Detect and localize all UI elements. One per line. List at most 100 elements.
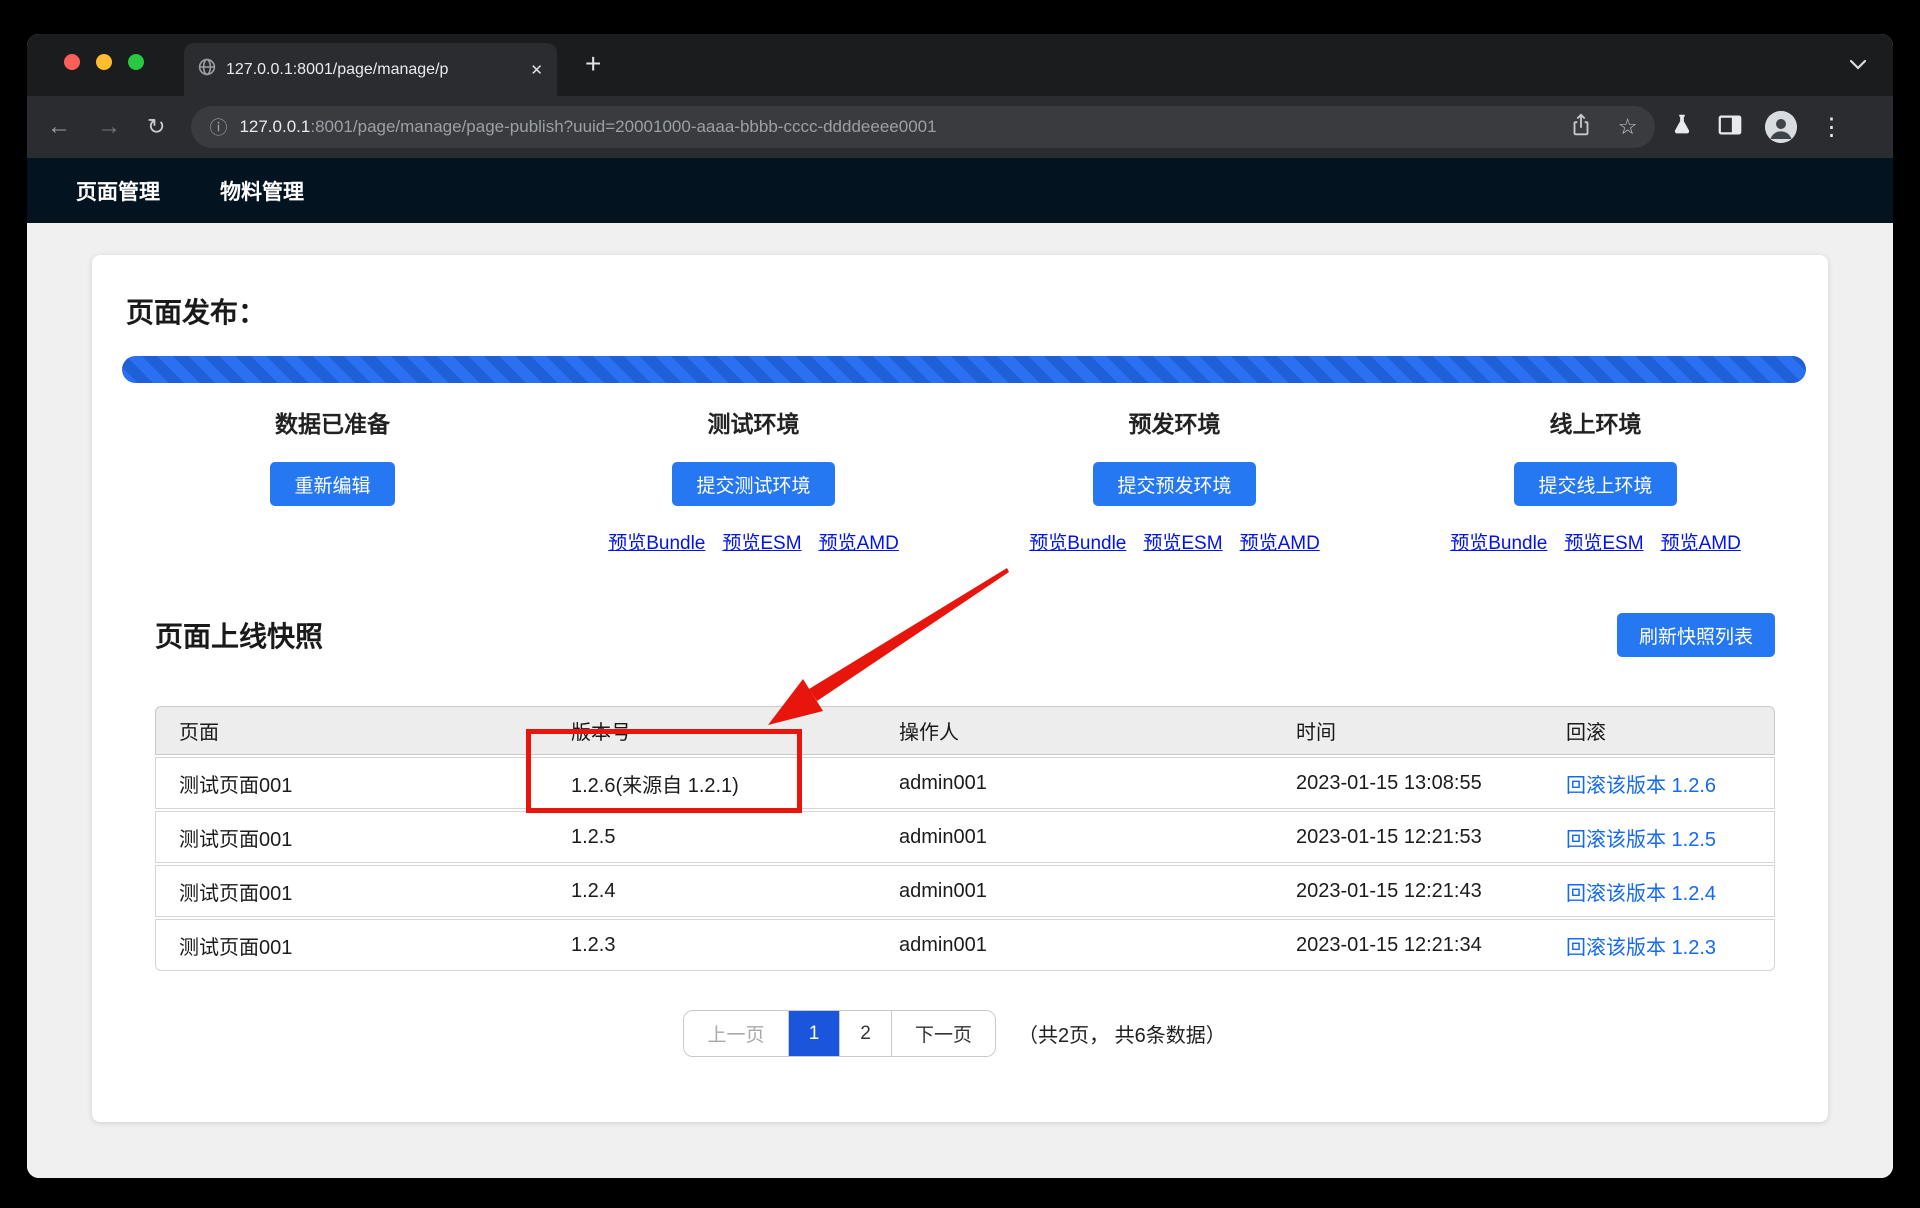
tab-strip: 127.0.0.1:8001/page/manage/p ✕ + bbox=[27, 34, 1893, 96]
new-tab-button[interactable]: + bbox=[585, 48, 601, 80]
page-1-button[interactable]: 1 bbox=[788, 1011, 839, 1056]
cell-version: 1.2.4 bbox=[571, 880, 899, 903]
cell-page: 测试页面001 bbox=[179, 931, 571, 960]
rollback-link[interactable]: 回滚该版本 1.2.6 bbox=[1566, 769, 1753, 798]
preview-bundle-link[interactable]: 预览Bundle bbox=[1029, 528, 1126, 554]
col-version: 版本号 bbox=[571, 716, 899, 745]
table-header-row: 页面 版本号 操作人 时间 回滚 bbox=[155, 706, 1775, 755]
zoom-window-button[interactable] bbox=[128, 54, 144, 70]
col-page: 页面 bbox=[179, 716, 571, 745]
side-panel-icon[interactable] bbox=[1717, 112, 1743, 143]
browser-window: 127.0.0.1:8001/page/manage/p ✕ + ← → ↻ ⓘ… bbox=[27, 34, 1893, 1178]
stage-online-env: 线上环境 提交线上环境 预览Bundle 预览ESM 预览AMD bbox=[1385, 405, 1806, 554]
re-edit-button[interactable]: 重新编辑 bbox=[270, 462, 394, 506]
address-bar[interactable]: ⓘ 127.0.0.1:8001/page/manage/page-publis… bbox=[191, 106, 1655, 148]
tab-title: 127.0.0.1:8001/page/manage/p bbox=[226, 61, 520, 79]
preview-bundle-link[interactable]: 预览Bundle bbox=[1450, 528, 1547, 554]
submit-pre-env-button[interactable]: 提交预发环境 bbox=[1093, 462, 1255, 506]
cell-page: 测试页面001 bbox=[179, 769, 571, 798]
nav-item-material-manage[interactable]: 物料管理 bbox=[220, 176, 304, 206]
stage-label: 预发环境 bbox=[1129, 405, 1221, 438]
preview-amd-link[interactable]: 预览AMD bbox=[1661, 528, 1741, 554]
url-path: :8001/page/manage/page-publish?uuid=2000… bbox=[310, 117, 936, 136]
cell-version: 1.2.6(来源自 1.2.1) bbox=[571, 769, 899, 798]
tab-close-icon[interactable]: ✕ bbox=[530, 61, 543, 79]
url-host: 127.0.0.1 bbox=[239, 117, 310, 136]
stage-label: 数据已准备 bbox=[275, 405, 390, 438]
publish-title: 页面发布： bbox=[126, 291, 266, 331]
stage-data-ready: 数据已准备 重新编辑 bbox=[122, 405, 543, 554]
forward-icon[interactable]: → bbox=[97, 113, 121, 141]
preview-esm-link[interactable]: 预览ESM bbox=[1564, 528, 1643, 554]
table-row: 测试页面001 1.2.6(来源自 1.2.1) admin001 2023-0… bbox=[155, 757, 1775, 809]
col-operator: 操作人 bbox=[899, 716, 1296, 745]
pagination-group: 上一页 1 2 下一页 bbox=[683, 1010, 996, 1057]
cell-operator: admin001 bbox=[899, 880, 1296, 903]
snapshot-header-row: 页面上线快照 刷新快照列表 bbox=[155, 610, 1775, 660]
prev-page-button[interactable]: 上一页 bbox=[684, 1011, 788, 1056]
preview-amd-link[interactable]: 预览AMD bbox=[819, 528, 899, 554]
preview-links: 预览Bundle 预览ESM 预览AMD bbox=[1450, 528, 1741, 554]
rollback-link[interactable]: 回滚该版本 1.2.3 bbox=[1566, 931, 1753, 960]
rollback-link[interactable]: 回滚该版本 1.2.4 bbox=[1566, 877, 1753, 906]
cell-page: 测试页面001 bbox=[179, 877, 571, 906]
col-rollback: 回滚 bbox=[1566, 716, 1753, 745]
preview-esm-link[interactable]: 预览ESM bbox=[722, 528, 801, 554]
refresh-snapshot-button[interactable]: 刷新快照列表 bbox=[1617, 613, 1775, 657]
profile-avatar[interactable] bbox=[1765, 111, 1797, 143]
submit-test-env-button[interactable]: 提交测试环境 bbox=[672, 462, 834, 506]
stage-pre-env: 预发环境 提交预发环境 预览Bundle 预览ESM 预览AMD bbox=[964, 405, 1385, 554]
stage-label: 线上环境 bbox=[1550, 405, 1642, 438]
content-card: 页面发布： 数据已准备 重新编辑 测试环境 提交测试环境 预览Bundle 预览… bbox=[92, 255, 1828, 1122]
cell-page: 测试页面001 bbox=[179, 823, 571, 852]
submit-online-env-button[interactable]: 提交线上环境 bbox=[1514, 462, 1676, 506]
cell-time: 2023-01-15 12:21:34 bbox=[1296, 934, 1566, 957]
site-info-icon[interactable]: ⓘ bbox=[209, 114, 227, 140]
publish-stages: 数据已准备 重新编辑 测试环境 提交测试环境 预览Bundle 预览ESM 预览… bbox=[122, 405, 1806, 554]
cell-operator: admin001 bbox=[899, 772, 1296, 795]
page-body: 页面发布： 数据已准备 重新编辑 测试环境 提交测试环境 预览Bundle 预览… bbox=[27, 223, 1893, 1178]
cell-operator: admin001 bbox=[899, 826, 1296, 849]
table-row: 测试页面001 1.2.4 admin001 2023-01-15 12:21:… bbox=[155, 865, 1775, 917]
flask-icon[interactable] bbox=[1669, 112, 1695, 143]
cell-version: 1.2.3 bbox=[571, 934, 899, 957]
cell-operator: admin001 bbox=[899, 934, 1296, 957]
preview-links: 预览Bundle 预览ESM 预览AMD bbox=[1029, 528, 1320, 554]
nav-item-page-manage[interactable]: 页面管理 bbox=[76, 176, 160, 206]
share-icon[interactable] bbox=[1568, 112, 1594, 143]
tab-search-chevron-icon[interactable] bbox=[1849, 58, 1867, 76]
globe-icon bbox=[198, 58, 216, 81]
next-page-button[interactable]: 下一页 bbox=[891, 1011, 995, 1056]
url-text: 127.0.0.1:8001/page/manage/page-publish?… bbox=[239, 117, 936, 137]
close-window-button[interactable] bbox=[64, 54, 80, 70]
bookmark-star-icon[interactable]: ☆ bbox=[1618, 114, 1638, 140]
pagination-summary: （共2页， 共6条数据） bbox=[1018, 1019, 1226, 1048]
cell-time: 2023-01-15 13:08:55 bbox=[1296, 772, 1566, 795]
traffic-lights bbox=[64, 54, 144, 70]
snapshot-title: 页面上线快照 bbox=[155, 615, 323, 655]
screen: 127.0.0.1:8001/page/manage/p ✕ + ← → ↻ ⓘ… bbox=[0, 0, 1920, 1208]
cell-time: 2023-01-15 12:21:43 bbox=[1296, 880, 1566, 903]
cell-version: 1.2.5 bbox=[571, 826, 899, 849]
page-2-button[interactable]: 2 bbox=[839, 1011, 891, 1056]
reload-icon[interactable]: ↻ bbox=[147, 114, 165, 140]
minimize-window-button[interactable] bbox=[96, 54, 112, 70]
browser-tab[interactable]: 127.0.0.1:8001/page/manage/p ✕ bbox=[184, 43, 557, 96]
stage-test-env: 测试环境 提交测试环境 预览Bundle 预览ESM 预览AMD bbox=[543, 405, 964, 554]
site-nav: 页面管理 物料管理 bbox=[27, 158, 1893, 223]
preview-links: 预览Bundle 预览ESM 预览AMD bbox=[608, 528, 899, 554]
rollback-link[interactable]: 回滚该版本 1.2.5 bbox=[1566, 823, 1753, 852]
col-time: 时间 bbox=[1296, 716, 1566, 745]
browser-toolbar: ← → ↻ ⓘ 127.0.0.1:8001/page/manage/page-… bbox=[27, 96, 1893, 158]
table-row: 测试页面001 1.2.5 admin001 2023-01-15 12:21:… bbox=[155, 811, 1775, 863]
stage-label: 测试环境 bbox=[708, 405, 800, 438]
cell-time: 2023-01-15 12:21:53 bbox=[1296, 826, 1566, 849]
back-icon[interactable]: ← bbox=[47, 113, 71, 141]
preview-bundle-link[interactable]: 预览Bundle bbox=[608, 528, 705, 554]
pagination: 上一页 1 2 下一页 （共2页， 共6条数据） bbox=[683, 1010, 1226, 1057]
preview-esm-link[interactable]: 预览ESM bbox=[1143, 528, 1222, 554]
annotation-red-arrow bbox=[92, 255, 1828, 1122]
publish-progress-bar bbox=[122, 356, 1806, 383]
menu-dots-icon[interactable]: ⋮ bbox=[1819, 113, 1843, 142]
preview-amd-link[interactable]: 预览AMD bbox=[1240, 528, 1320, 554]
